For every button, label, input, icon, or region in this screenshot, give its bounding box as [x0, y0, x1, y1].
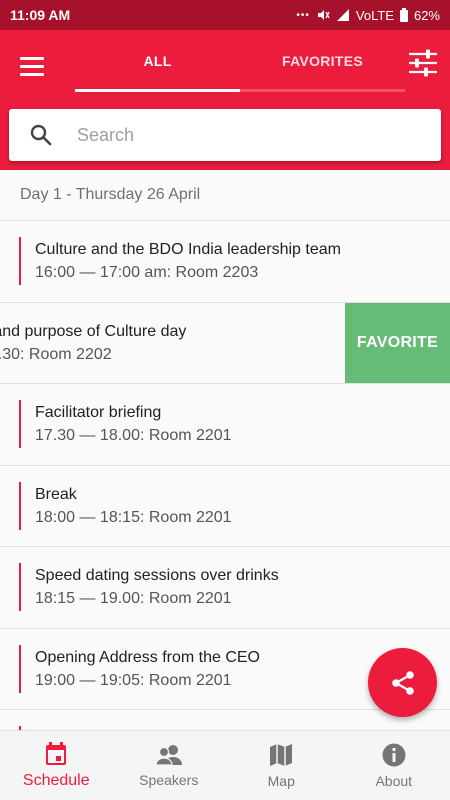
status-indicators: ••• VoLTE 62%	[296, 8, 440, 23]
nav-label-about: About	[375, 772, 413, 789]
session-title: e and purpose of Culture day	[0, 322, 187, 340]
nav-label-map: Map	[267, 772, 295, 789]
mute-icon	[317, 10, 330, 20]
network-type: VoLTE	[355, 7, 394, 23]
session-time-room: 16:00 — 17:00 am: Room 2203	[35, 264, 259, 281]
people-icon	[155, 744, 182, 766]
nav-speakers[interactable]: Speakers	[113, 731, 226, 800]
session-time-room: 19:00 — 19:05: Room 2201	[35, 671, 232, 689]
filter-icon[interactable]	[408, 48, 438, 78]
share-icon	[391, 670, 414, 695]
share-button[interactable]	[368, 648, 437, 717]
nav-label-schedule: Schedule	[22, 771, 90, 789]
status-time: 11:09 AM	[10, 7, 71, 23]
nav-map[interactable]: Map	[225, 731, 338, 800]
session-accent-bar	[19, 237, 21, 285]
favorite-swipe-button[interactable]: FAVORITE	[345, 302, 450, 383]
session-accent-bar	[19, 481, 21, 530]
app-bar: ALL FAVORITES	[0, 30, 450, 170]
battery-level: 62%	[413, 7, 440, 23]
status-bar: 11:09 AM ••• VoLTE 62%	[0, 0, 450, 30]
session-item-partial[interactable]	[0, 710, 450, 730]
bottom-nav: Schedule Speakers Map About	[0, 730, 450, 800]
session-time-room: 18:15 — 19.00: Room 2201	[35, 590, 232, 607]
info-icon	[382, 743, 406, 766]
session-title: Facilitator briefing	[35, 404, 162, 421]
session-item[interactable]: Culture and the BDO India leadership tea…	[0, 221, 450, 303]
search-bar[interactable]	[9, 109, 441, 161]
session-title: Culture and the BDO India leadership tea…	[35, 241, 341, 258]
day-header: Day 1 - Thursday 26 April	[0, 170, 450, 221]
session-time-room: 17.30 — 18.00: Room 2201	[35, 427, 232, 444]
search-input[interactable]	[77, 124, 407, 146]
session-item-swiped[interactable]: e and purpose of Culture day 17.30: Room…	[0, 302, 450, 384]
nav-schedule[interactable]: Schedule	[0, 731, 113, 800]
tab-bar: ALL FAVORITES	[75, 30, 405, 92]
session-time-room: 17.30: Room 2202	[0, 345, 112, 363]
nav-label-speakers: Speakers	[139, 771, 199, 788]
session-title: Opening Address from the CEO	[35, 648, 260, 666]
notification-dots: •••	[296, 9, 310, 21]
battery-icon	[399, 8, 408, 22]
tab-all[interactable]: ALL	[75, 30, 240, 92]
calendar-icon	[46, 741, 67, 765]
menu-icon[interactable]	[20, 48, 60, 84]
session-item[interactable]: Speed dating sessions over drinks 18:15 …	[0, 547, 450, 629]
session-accent-bar	[19, 644, 21, 693]
map-icon	[270, 743, 293, 766]
schedule-list[interactable]: Day 1 - Thursday 26 April Culture and th…	[0, 170, 450, 730]
session-title: Speed dating sessions over drinks	[35, 567, 279, 584]
session-accent-bar	[19, 400, 21, 448]
session-title: Break	[35, 485, 77, 503]
session-item[interactable]: Break 18:00 — 18:15: Room 2201	[0, 466, 450, 547]
signal-icon	[336, 9, 349, 21]
search-icon	[9, 124, 73, 146]
session-item[interactable]: Facilitator briefing 17.30 — 18.00: Room…	[0, 384, 450, 466]
tab-favorites[interactable]: FAVORITES	[240, 30, 405, 92]
nav-about[interactable]: About	[338, 731, 450, 800]
session-accent-bar	[19, 563, 21, 611]
session-time-room: 18:00 — 18:15: Room 2201	[35, 508, 232, 526]
